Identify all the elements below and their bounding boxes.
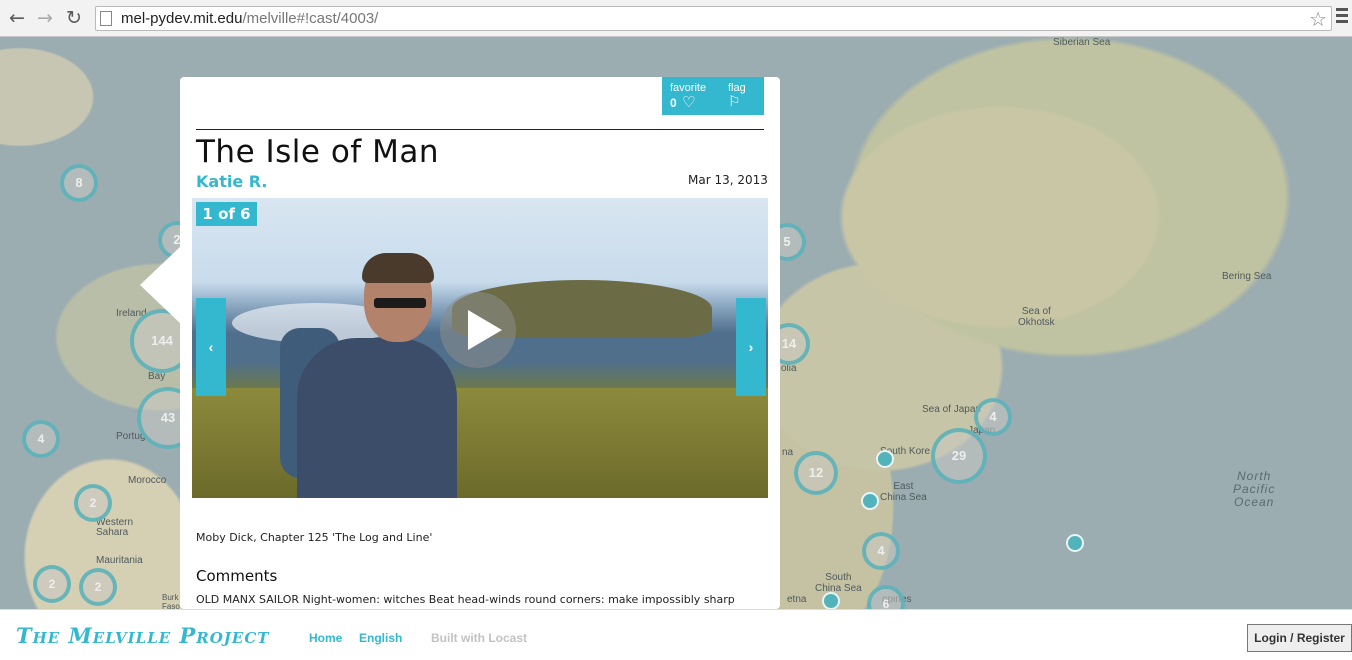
favorite-count: 0 [670,96,677,110]
url-text[interactable]: mel-pydev.mit.edu/melville#!cast/4003/ [121,10,378,27]
cast-popup: favorite 0 ♡ flag ⚐ The Isle of Man Kati… [180,77,780,609]
flag-button[interactable]: flag [728,82,746,94]
media-counter: 1 of 6 [196,202,257,226]
map-label-south-china-sea: South China Sea [815,572,862,594]
play-icon[interactable] [440,292,516,368]
map-cluster[interactable]: 2 [79,568,117,606]
next-media-button[interactable]: › [736,298,766,396]
photo-sunglasses [374,298,426,308]
forward-arrow-icon[interactable]: → [34,7,56,29]
map-label-bering-sea: Bering Sea [1222,271,1272,282]
map-label-mauritania: Mauritania [96,555,143,566]
map-label-burkina: Burk Faso [162,593,180,609]
previous-media-button[interactable]: ‹ [196,298,226,396]
login-register-button[interactable]: Login / Register [1247,624,1352,652]
cast-video-thumbnail[interactable] [192,198,768,498]
map-label-sea-of-okhotsk: Sea of Okhotsk [1018,306,1055,328]
photo-grass [192,388,768,498]
back-arrow-icon[interactable]: ← [6,7,28,29]
map-marker[interactable] [1066,534,1084,552]
comment-text: OLD MANX SAILOR Night-women: witches Bea… [196,593,735,606]
map-label-sea-of-japan: Sea of Japan [922,404,981,415]
map-cluster[interactable]: 6 [867,585,905,609]
browser-toolbar: ← → ↻ mel-pydev.mit.edu/melville#!cast/4… [0,0,1352,37]
map-cluster[interactable]: 2 [74,484,112,522]
map-marker[interactable] [876,450,894,468]
map-label-china: na [782,447,794,458]
site-footer: The Melville Project Home English Built … [0,609,1352,660]
address-bar[interactable]: mel-pydev.mit.edu/melville#!cast/4003/ ☆ [95,6,1332,31]
map-label-east-china-sea: East China Sea [880,481,927,503]
title-divider [196,129,764,130]
map-cluster[interactable]: 4 [22,420,60,458]
star-icon[interactable]: ☆ [1309,7,1327,31]
cast-title: The Isle of Man [196,134,439,170]
map-cluster[interactable]: 4 [974,398,1012,436]
map-label-north-pacific: North Pacific Ocean [1233,469,1276,509]
page-icon [100,11,112,26]
map-cluster[interactable]: 2 [33,565,71,603]
cast-date: Mar 13, 2013 [688,173,768,187]
photo-person-hair [362,253,434,283]
home-link[interactable]: Home [309,631,342,645]
photo-person-body [297,338,457,498]
language-link[interactable]: English [359,631,402,645]
map-cluster[interactable]: 8 [60,164,98,202]
map-marker[interactable] [861,492,879,510]
popup-pointer [140,245,182,325]
map-label-morocco: Morocco [128,475,167,486]
heart-icon[interactable]: ♡ [682,93,695,111]
map-cluster[interactable]: 4 [862,532,900,570]
built-with-link[interactable]: Built with Locast [431,631,527,645]
map-cluster[interactable]: 12 [794,451,838,495]
cast-caption: Moby Dick, Chapter 125 'The Log and Line… [196,531,433,544]
cast-author[interactable]: Katie R. [196,172,267,191]
reload-icon[interactable]: ↻ [63,7,85,29]
map-label-western-sahara: Western Sahara [96,517,134,538]
flag-icon[interactable]: ⚐ [728,94,741,110]
map-marker[interactable] [822,592,840,609]
menu-icon[interactable] [1336,8,1348,28]
site-logo[interactable]: The Melville Project [16,623,269,648]
comments-heading: Comments [196,567,278,585]
url-host: mel-pydev.mit.edu [121,10,243,27]
map-label-vietnam: etna [787,594,807,605]
map-label-siberian-sea: Siberian Sea [1053,37,1111,48]
url-path: /melville#!cast/4003/ [242,10,379,27]
cast-actions: favorite 0 ♡ flag ⚐ [662,77,764,115]
map-cluster[interactable]: 29 [931,428,987,484]
